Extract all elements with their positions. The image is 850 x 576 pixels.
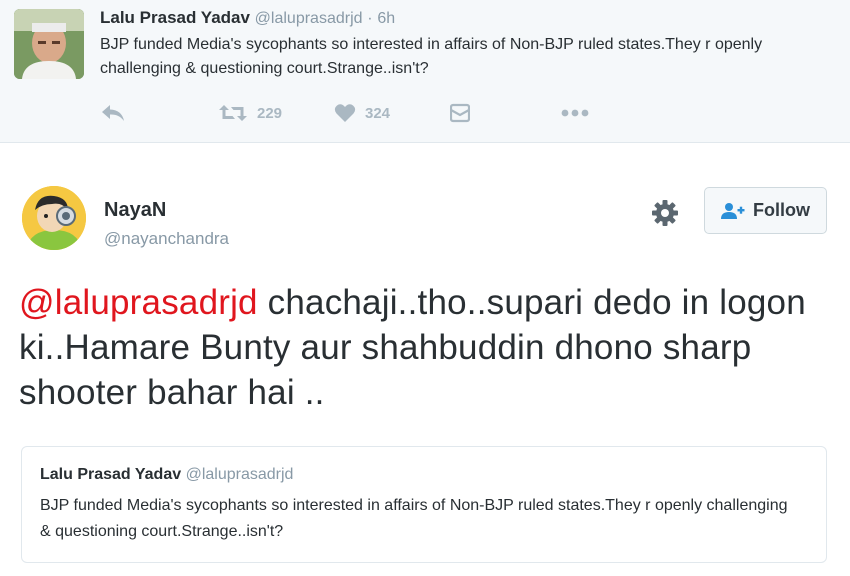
tweet-header: Lalu Prasad Yadav @laluprasadrjd · 6h xyxy=(100,8,395,29)
add-user-icon xyxy=(721,202,745,219)
heart-icon xyxy=(334,104,356,122)
quoted-tweet-header: Lalu Prasad Yadav @laluprasadrjd xyxy=(40,465,293,485)
avatar[interactable] xyxy=(14,9,84,79)
follow-label: Follow xyxy=(753,200,810,220)
like-count: 324 xyxy=(365,104,391,122)
tweet-actions: 229 324 xyxy=(100,99,620,127)
quoted-tweet[interactable]: Lalu Prasad Yadav @laluprasadrjd BJP fun… xyxy=(21,446,827,563)
reply-icon xyxy=(102,105,124,121)
quoted-tweet-text: BJP funded Media's sycophants so interes… xyxy=(40,497,788,540)
retweet-count: 229 xyxy=(257,104,283,122)
direct-message-icon xyxy=(450,103,470,123)
reply-button[interactable] xyxy=(100,99,126,127)
mention-link[interactable]: @laluprasadrjd xyxy=(19,283,258,322)
like-button[interactable]: 324 xyxy=(334,99,390,127)
separator: · xyxy=(367,10,373,27)
more-icon xyxy=(561,109,589,117)
quoted-author-name: Lalu Prasad Yadav xyxy=(40,466,182,483)
author-handle[interactable]: @laluprasadrjd xyxy=(255,10,363,27)
retweet-button[interactable]: 229 xyxy=(218,99,282,127)
quoted-author-handle: @laluprasadrjd xyxy=(185,466,294,483)
author-name[interactable]: Lalu Prasad Yadav xyxy=(100,8,250,27)
author-name[interactable]: NayaN xyxy=(104,198,166,222)
tweet-text: @laluprasadrjd chachaji..tho..supari ded… xyxy=(19,280,829,415)
author-handle[interactable]: @nayanchandra xyxy=(104,228,229,250)
avatar-image xyxy=(14,9,84,79)
timestamp[interactable]: 6h xyxy=(377,10,395,27)
avatar-image xyxy=(22,186,86,250)
settings-button[interactable] xyxy=(650,198,680,228)
top-tweet: Lalu Prasad Yadav @laluprasadrjd · 6h BJ… xyxy=(0,0,850,143)
gear-icon xyxy=(652,200,678,226)
tweet-text: BJP funded Media's sycophants so interes… xyxy=(100,36,763,77)
retweet-icon xyxy=(219,105,247,121)
direct-message-button[interactable] xyxy=(450,99,470,127)
follow-button[interactable]: Follow xyxy=(704,187,827,234)
avatar[interactable] xyxy=(22,186,86,250)
more-button[interactable] xyxy=(560,99,590,127)
